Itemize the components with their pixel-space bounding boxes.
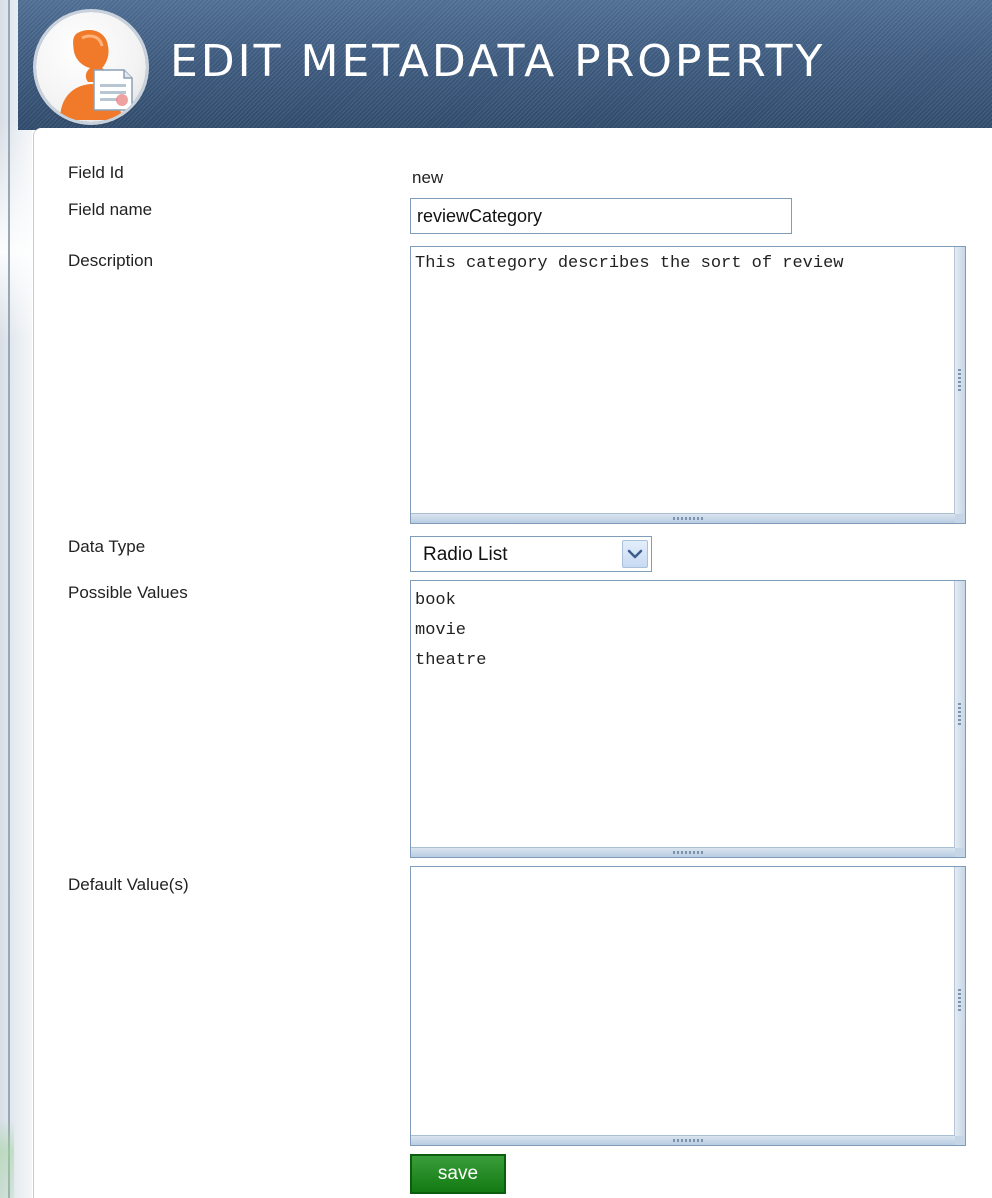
- description-label: Description: [68, 251, 154, 270]
- possible-values-resize-corner[interactable]: [955, 848, 965, 857]
- default-values-label: Default Value(s): [68, 875, 189, 894]
- possible-values-textarea[interactable]: book movie theatre: [411, 581, 955, 848]
- data-type-selected-value: Radio List: [423, 544, 508, 565]
- field-name-label: Field name: [68, 200, 153, 219]
- description-horizontal-resize-handle[interactable]: [411, 513, 955, 523]
- field-name-input[interactable]: [410, 198, 792, 234]
- possible-values-horizontal-resize-handle[interactable]: [411, 847, 955, 857]
- default-values-textarea[interactable]: [411, 867, 955, 1136]
- data-type-select[interactable]: Radio List: [410, 536, 652, 572]
- possible-values-field: book movie theatre: [410, 580, 966, 858]
- default-values-field: [410, 866, 966, 1146]
- page-left-background: [0, 0, 32, 1198]
- description-textarea[interactable]: This category describes the sort of revi…: [411, 247, 955, 514]
- default-values-resize-corner[interactable]: [955, 1136, 965, 1145]
- description-vertical-resize-handle[interactable]: [954, 247, 965, 514]
- possible-values-vertical-resize-handle[interactable]: [954, 581, 965, 848]
- save-button[interactable]: save: [410, 1154, 506, 1194]
- page-edge-line: [8, 0, 10, 1198]
- description-resize-corner[interactable]: [955, 514, 965, 523]
- description-field: This category describes the sort of revi…: [410, 246, 966, 524]
- page-title: EDIT METADATA PROPERTY: [170, 36, 826, 87]
- page-left-decoration: [0, 1120, 14, 1198]
- data-type-label: Data Type: [68, 537, 146, 556]
- field-id-label: Field Id: [68, 163, 124, 182]
- field-id-value: new: [412, 168, 444, 187]
- user-document-icon: [36, 12, 146, 122]
- default-values-vertical-resize-handle[interactable]: [954, 867, 965, 1136]
- chevron-down-icon[interactable]: [622, 540, 648, 568]
- possible-values-label: Possible Values: [68, 583, 188, 602]
- default-values-horizontal-resize-handle[interactable]: [411, 1135, 955, 1145]
